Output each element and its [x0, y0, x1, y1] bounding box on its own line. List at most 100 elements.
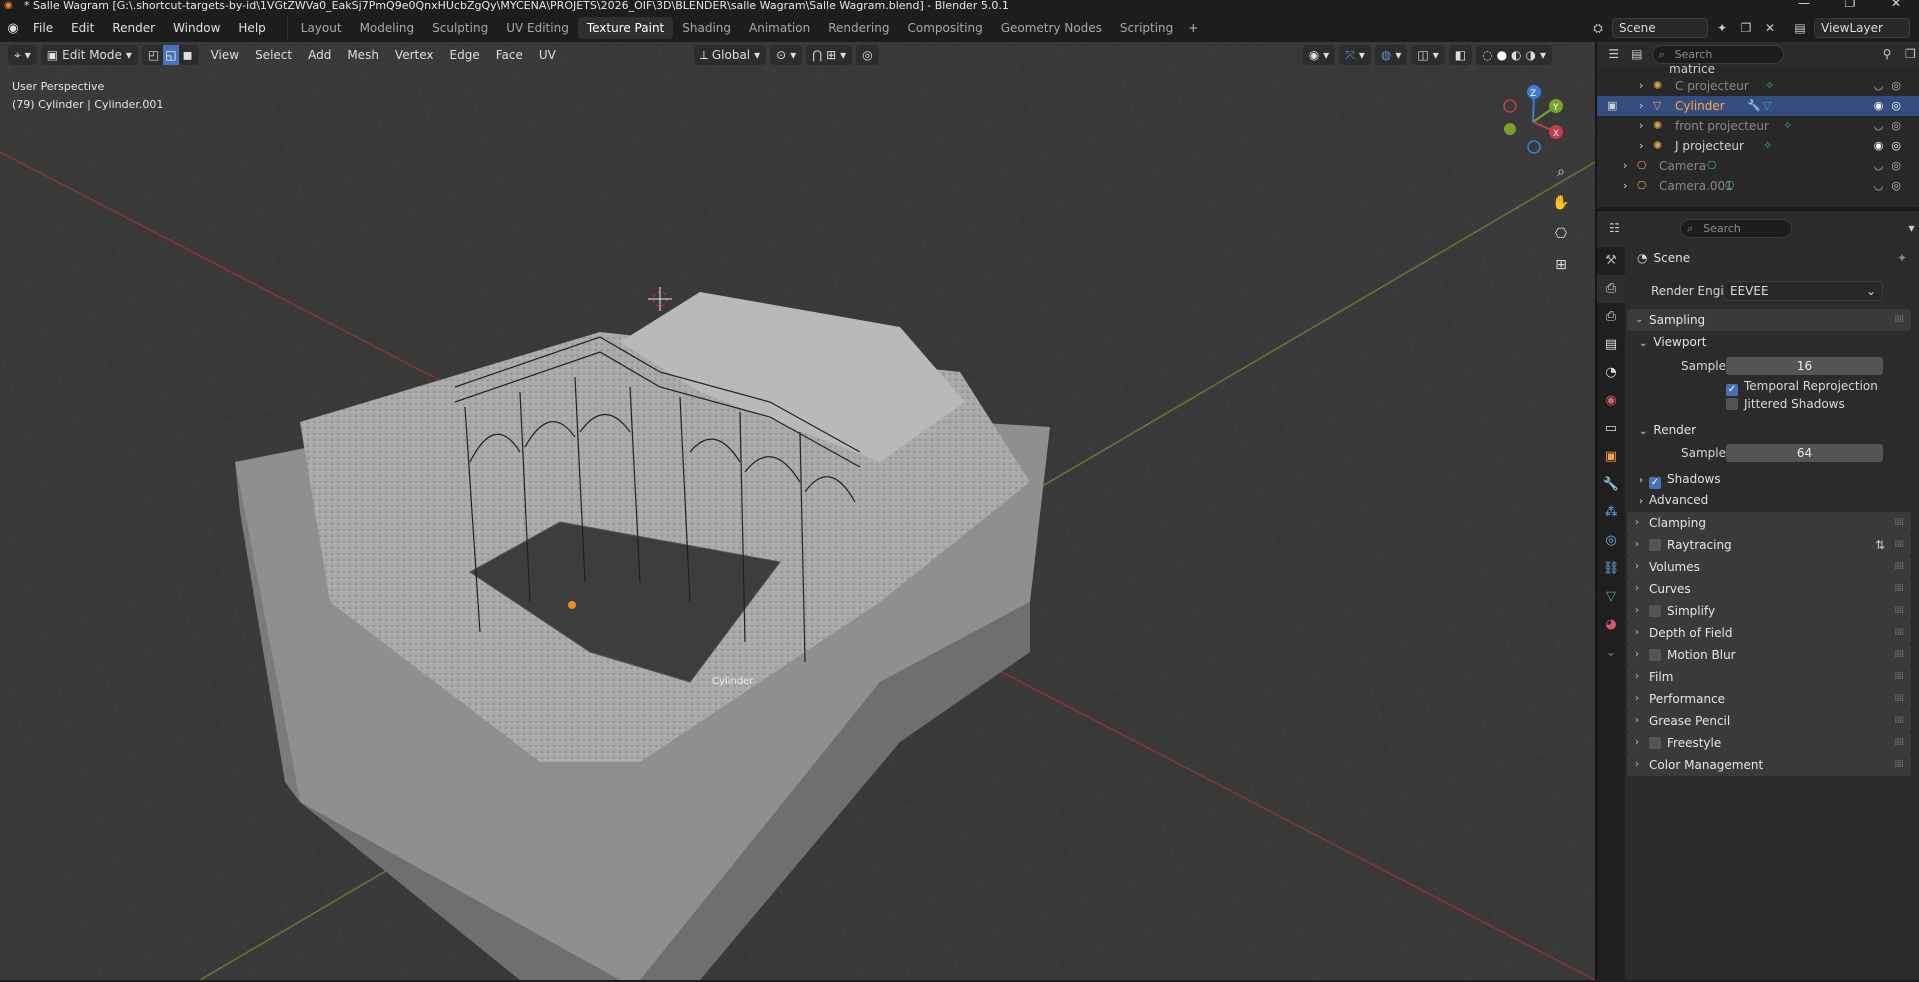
- drag-grip-icon[interactable]: ⁞⁞⁞⁞: [1894, 600, 1904, 622]
- drag-grip-icon[interactable]: ⁞⁞⁞⁞: [1894, 512, 1904, 534]
- snap-toggle[interactable]: ⋂ ⊞ ▾: [806, 45, 853, 65]
- modifier-tab-icon[interactable]: 🔧: [1597, 471, 1625, 499]
- add-workspace-icon[interactable]: +: [1182, 17, 1204, 39]
- panel-depth-of-field[interactable]: › Depth of Field ⁞⁞⁞⁞: [1627, 622, 1911, 644]
- panel-simplify[interactable]: › Simplify ⁞⁞⁞⁞: [1627, 600, 1911, 622]
- visibility-button[interactable]: ◉ ▾: [1302, 45, 1336, 65]
- view-layer-field[interactable]: ViewLayer: [1814, 18, 1910, 38]
- tab-shading[interactable]: Shading: [673, 17, 740, 39]
- outliner-item-camera-001[interactable]: › ⎔ Camera.001 ⎔ ◡◎: [1597, 176, 1919, 196]
- gizmo-toggle[interactable]: ⤧ ▾: [1339, 45, 1371, 65]
- physics-tab-icon[interactable]: ◎: [1597, 527, 1625, 555]
- tab-uv-editing[interactable]: UV Editing: [497, 17, 578, 39]
- panel-freestyle[interactable]: › Freestyle ⁞⁞⁞⁞: [1627, 732, 1911, 754]
- pan-hand-icon[interactable]: ✋: [1548, 190, 1574, 216]
- tool-tab-icon[interactable]: ⚒: [1597, 247, 1625, 275]
- menu-add[interactable]: Add: [300, 45, 339, 65]
- menu-view[interactable]: View: [203, 45, 247, 65]
- menu-vertex[interactable]: Vertex: [387, 45, 442, 65]
- panel-volumes[interactable]: › Volumes ⁞⁞⁞⁞: [1627, 556, 1911, 578]
- options-chevron-icon[interactable]: ▾: [1902, 218, 1919, 238]
- properties-search-input[interactable]: ⌕ Search: [1680, 218, 1792, 238]
- menu-face[interactable]: Face: [488, 45, 531, 65]
- temporal-reprojection-checkbox[interactable]: ✓ Temporal Reprojection: [1726, 377, 1911, 396]
- tab-animation[interactable]: Animation: [740, 17, 819, 39]
- checkbox-unchecked-icon[interactable]: [1649, 539, 1661, 551]
- solid-shading-icon[interactable]: ●: [1497, 45, 1507, 65]
- outliner-item-front-projecteur[interactable]: › ✺ front projecteur ✧ ◡◎: [1597, 116, 1919, 136]
- panel-grease-pencil[interactable]: › Grease Pencil ⁞⁞⁞⁞: [1627, 710, 1911, 732]
- proportional-edit-toggle[interactable]: ◎: [856, 45, 879, 65]
- view-layer-tab-icon[interactable]: ▤: [1597, 331, 1625, 359]
- rendered-shading-icon[interactable]: ◑: [1526, 45, 1536, 65]
- subpanel-viewport[interactable]: ⌄ Viewport: [1639, 331, 1706, 355]
- material-tab-icon[interactable]: ◕: [1597, 611, 1625, 639]
- view-layer-icon[interactable]: ▤: [1790, 18, 1810, 38]
- drag-grip-icon[interactable]: ⁞⁞⁞⁞: [1894, 644, 1904, 666]
- outliner-item-j-projecteur[interactable]: › ✺ J projecteur ✧ ◉◎: [1597, 136, 1919, 156]
- tab-rendering[interactable]: Rendering: [819, 17, 898, 39]
- checkbox-checked-icon[interactable]: ✓: [1649, 477, 1661, 489]
- tab-layout[interactable]: Layout: [292, 17, 351, 39]
- menu-window[interactable]: Window: [164, 17, 229, 39]
- render-engine-dropdown[interactable]: EEVEE ⌄: [1723, 281, 1883, 301]
- drag-grip-icon[interactable]: ⁞⁞⁞⁞: [1894, 732, 1904, 754]
- outliner-item-camera[interactable]: › ⎔ Camera ⎔ ◡◎: [1597, 156, 1919, 176]
- camera-view-icon[interactable]: ⎔: [1548, 221, 1574, 247]
- data-tab-icon[interactable]: ▽: [1597, 583, 1625, 611]
- particles-tab-icon[interactable]: ⁂: [1597, 499, 1625, 527]
- menu-uv[interactable]: UV: [531, 45, 564, 65]
- outliner-editor-type-icon[interactable]: ☰: [1605, 44, 1622, 64]
- pin-properties-icon[interactable]: ✦: [1897, 251, 1907, 265]
- menu-edge[interactable]: Edge: [442, 45, 488, 65]
- menu-help[interactable]: Help: [229, 17, 274, 39]
- subpanel-shadows[interactable]: › ✓ Shadows: [1639, 469, 1721, 491]
- collection-tab-icon[interactable]: ▭: [1597, 415, 1625, 443]
- mesh-edit-overlay[interactable]: ◫ ▾: [1411, 45, 1445, 65]
- panel-sampling[interactable]: ⌄ Sampling ⁞⁞⁞⁞: [1627, 309, 1911, 331]
- blender-logo-icon[interactable]: ◉: [2, 21, 24, 36]
- drag-grip-icon[interactable]: ⁞⁞⁞⁞: [1894, 309, 1904, 331]
- overlay-toggle[interactable]: ◍ ▾: [1374, 45, 1408, 65]
- drag-grip-icon[interactable]: ⁞⁞⁞⁞: [1894, 534, 1904, 556]
- more-tabs-icon[interactable]: ⌄: [1597, 639, 1625, 667]
- visibility-icons[interactable]: ◉◎: [1874, 96, 1909, 116]
- editor-type-button[interactable]: ⌖ ▾: [8, 45, 37, 65]
- panel-color-management[interactable]: › Color Management ⁞⁞⁞⁞: [1627, 754, 1911, 776]
- checkbox-unchecked-icon[interactable]: [1649, 605, 1661, 617]
- tab-geometry-nodes[interactable]: Geometry Nodes: [992, 17, 1111, 39]
- object-tab-icon[interactable]: ▣: [1597, 443, 1625, 471]
- menu-mesh[interactable]: Mesh: [339, 45, 387, 65]
- material-shading-icon[interactable]: ◐: [1511, 45, 1521, 65]
- pivot-point-button[interactable]: ⊙ ▾: [770, 45, 803, 65]
- visibility-icons[interactable]: ◡◎: [1874, 156, 1909, 176]
- presets-icon[interactable]: ⇅: [1875, 534, 1885, 556]
- scene-name-field[interactable]: Scene: [1612, 18, 1708, 38]
- wireframe-shading-icon[interactable]: ◌: [1482, 45, 1492, 65]
- subpanel-render[interactable]: ⌄ Render: [1639, 419, 1696, 443]
- constraints-tab-icon[interactable]: ⛓: [1597, 555, 1625, 583]
- tab-compositing[interactable]: Compositing: [898, 17, 991, 39]
- panel-motion-blur[interactable]: › Motion Blur ⁞⁞⁞⁞: [1627, 644, 1911, 666]
- drag-grip-icon[interactable]: ⁞⁞⁞⁞: [1894, 622, 1904, 644]
- transform-orientation-dropdown[interactable]: ⟂ Global ▾: [693, 45, 767, 65]
- tab-texture-paint[interactable]: Texture Paint: [577, 17, 674, 39]
- shading-modes[interactable]: ◌ ● ◐ ◑ ▾: [1476, 45, 1553, 65]
- properties-editor-type-icon[interactable]: ☷: [1605, 218, 1624, 238]
- render-tab-icon[interactable]: ⎙: [1597, 275, 1625, 303]
- pin-icon[interactable]: ✦: [1712, 18, 1732, 38]
- vertex-select-icon[interactable]: ◰: [148, 45, 159, 65]
- zoom-icon[interactable]: ⌕: [1548, 159, 1574, 185]
- drag-grip-icon[interactable]: ⁞⁞⁞⁞: [1894, 688, 1904, 710]
- menu-render[interactable]: Render: [103, 17, 164, 39]
- new-view-layer-icon[interactable]: ❐: [1914, 18, 1919, 38]
- outliner-row-parent[interactable]: matrice: [1597, 63, 1919, 76]
- tab-modeling[interactable]: Modeling: [351, 17, 424, 39]
- perspective-toggle-icon[interactable]: ⊞: [1548, 252, 1574, 278]
- checkbox-unchecked-icon[interactable]: [1649, 737, 1661, 749]
- visibility-icons[interactable]: ◡◎: [1874, 176, 1909, 196]
- new-collection-icon[interactable]: ❐: [1902, 44, 1919, 64]
- viewport-samples-field[interactable]: 16: [1726, 357, 1883, 375]
- panel-raytracing[interactable]: › Raytracing ⇅ ⁞⁞⁞⁞: [1627, 534, 1911, 556]
- outliner-item-c-projecteur[interactable]: › ✺ C projecteur ✧ ◡◎: [1597, 76, 1919, 96]
